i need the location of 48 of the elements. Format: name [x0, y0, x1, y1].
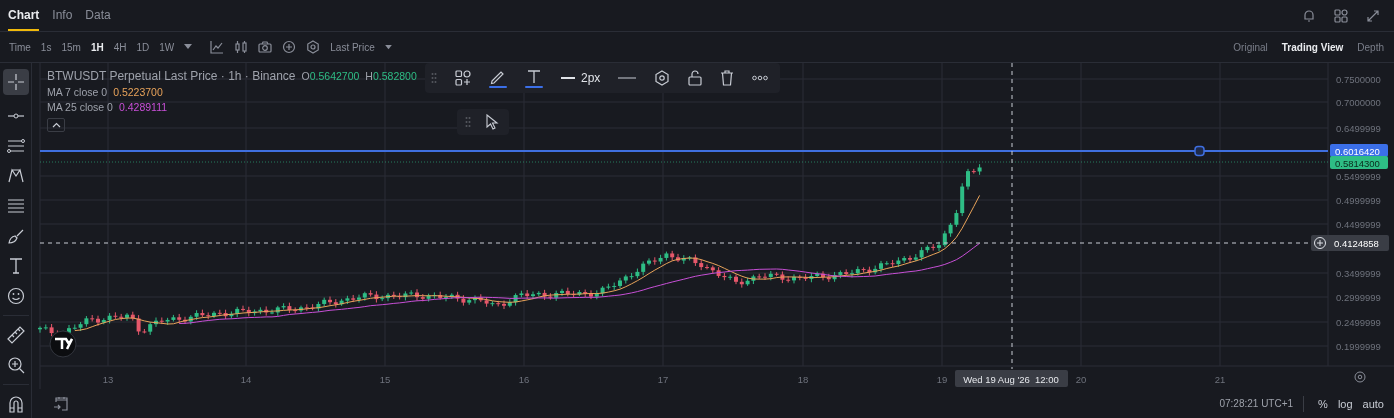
date-tick: 21	[1214, 374, 1226, 385]
crosshair-price-label: 0.4124858	[1334, 238, 1379, 249]
price-source-dropdown[interactable]: Last Price	[330, 41, 375, 53]
interval-button[interactable]: 1s	[40, 41, 52, 53]
date-tick: 15	[379, 374, 391, 385]
view-tab[interactable]: Depth	[1357, 41, 1384, 53]
high-value: H0.582800	[365, 70, 417, 82]
scale-option[interactable]: auto	[1362, 397, 1384, 410]
scale-option[interactable]: log	[1337, 397, 1353, 410]
price-tick: 0.7000000	[1336, 97, 1381, 108]
price-tick: 0.1999999	[1336, 341, 1381, 352]
interval-button[interactable]: 1H	[90, 41, 104, 53]
time-label: Time	[9, 41, 31, 53]
price-tick: 0.7500000	[1336, 74, 1381, 85]
date-tick: 18	[797, 374, 809, 385]
open-value: O0.5642700	[301, 70, 360, 82]
indicator-value: 0.5223700	[113, 86, 163, 98]
interval-button[interactable]: 1D	[136, 41, 150, 53]
header-tab[interactable]: Chart	[8, 0, 40, 31]
header-tab[interactable]: Data	[85, 0, 111, 31]
date-tick: 16	[518, 374, 530, 385]
price-tick: 0.4999999	[1336, 195, 1381, 206]
view-tab[interactable]: Trading View	[1281, 41, 1344, 53]
date-tick: 17	[657, 374, 669, 385]
crosshair-time-label: Wed 19 Aug '26 12:00	[955, 370, 1068, 387]
price-tick: 0.4499999	[1336, 219, 1381, 230]
view-tab[interactable]: Original	[1233, 41, 1268, 53]
date-tick: 19	[936, 374, 948, 385]
price-tick: 0.5499999	[1336, 171, 1381, 182]
date-tick: 20	[1075, 374, 1087, 385]
chart-title: BTWUSDT Perpetual Last Price · 1h · Binance	[47, 69, 296, 83]
price-tick: 0.2999999	[1336, 292, 1381, 303]
clock-text: 07:28:21 UTC+1	[1219, 398, 1294, 409]
last-price-label: 0.5814300	[1330, 156, 1388, 169]
interval-button[interactable]: 15m	[61, 41, 81, 53]
interval-button[interactable]: 4H	[113, 41, 127, 53]
line-width-selector[interactable]: 2px	[561, 71, 601, 85]
price-tick: 0.6499999	[1336, 123, 1381, 134]
date-tick: 14	[240, 374, 252, 385]
scale-option[interactable]: %	[1318, 397, 1328, 410]
indicator-value: 0.4289111	[118, 101, 168, 113]
interval-button[interactable]: 1W	[159, 41, 175, 53]
date-tick: 13	[102, 374, 114, 385]
price-tick: 0.2499999	[1336, 317, 1381, 328]
header-tab[interactable]: Info	[52, 0, 73, 31]
price-tick: 0.3499999	[1336, 268, 1381, 279]
indicator-label: MA 25 close 0	[47, 101, 113, 113]
indicator-label: MA 7 close 0	[47, 86, 108, 98]
